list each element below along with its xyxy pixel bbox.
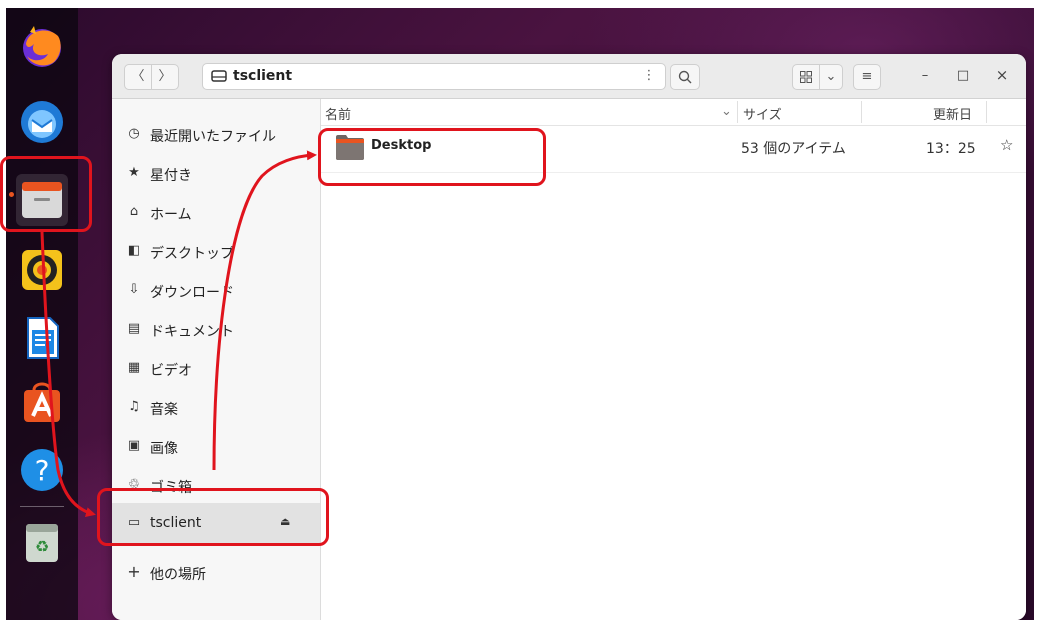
sidebar-item-label: ドキュメント	[150, 324, 234, 340]
firefox-icon[interactable]	[18, 22, 66, 70]
forward-icon: 〉	[158, 69, 172, 84]
sidebar-item-label: ホーム	[150, 207, 192, 223]
sidebar-item-recent[interactable]: ◷ 最近開いたファイル	[112, 115, 320, 153]
column-modified[interactable]: 更新日	[933, 104, 972, 123]
headerbar: 〈 〉 tsclient ⋮ ⌄ ≡ – □ ×	[112, 54, 1026, 99]
highlight-files-app	[0, 156, 92, 232]
sidebar-item-downloads[interactable]: ⇩ ダウンロード	[112, 271, 320, 309]
dock: ? ♻	[6, 8, 78, 620]
main-menu-button[interactable]: ≡	[853, 64, 881, 90]
column-divider	[986, 101, 987, 123]
drive-icon	[211, 70, 227, 82]
sidebar-item-pictures[interactable]: ▣ 画像	[112, 427, 320, 465]
clock-icon: ◷	[128, 126, 140, 141]
trash-icon[interactable]: ♻	[18, 518, 66, 566]
column-header: 名前 ⌄ サイズ 更新日	[321, 99, 1026, 126]
view-options-button[interactable]: ⌄	[819, 64, 843, 90]
sidebar-item-home[interactable]: ⌂ ホーム	[112, 193, 320, 231]
chevron-down-icon: ⌄	[825, 69, 837, 84]
forward-button[interactable]: 〉	[151, 64, 179, 90]
back-icon: 〈	[131, 69, 145, 84]
hamburger-icon: ≡	[861, 69, 873, 84]
star-toggle-icon[interactable]: ☆	[1000, 136, 1013, 154]
column-size[interactable]: サイズ	[743, 104, 782, 123]
dock-separator	[20, 506, 64, 507]
desktop-icon: ◧	[127, 243, 141, 258]
sidebar-item-documents[interactable]: ▤ ドキュメント	[112, 310, 320, 348]
minimize-button[interactable]: –	[917, 68, 933, 83]
help-icon[interactable]: ?	[18, 446, 66, 494]
sidebar-item-label: ダウンロード	[150, 285, 234, 301]
sidebar-item-music[interactable]: ♫ 音楽	[112, 388, 320, 426]
image-icon: ▣	[127, 438, 141, 453]
rhythmbox-icon[interactable]	[18, 246, 66, 294]
highlight-tsclient	[97, 488, 329, 546]
vertical-dots-icon: ⋮	[642, 68, 656, 83]
view-mode-button[interactable]	[792, 64, 820, 90]
column-divider	[737, 101, 738, 123]
download-icon: ⇩	[128, 282, 140, 297]
sort-chevron-icon[interactable]: ⌄	[721, 104, 732, 119]
location-bar[interactable]: tsclient	[202, 63, 666, 90]
grid-view-icon	[800, 71, 812, 83]
thunderbird-icon[interactable]	[18, 98, 66, 146]
highlight-desktop-folder	[318, 128, 546, 186]
document-icon: ▤	[127, 321, 141, 336]
file-size: 53 個のアイテム	[741, 141, 846, 157]
maximize-button[interactable]: □	[955, 68, 971, 83]
sidebar-item-label: ビデオ	[150, 363, 192, 379]
sidebar-item-label: デスクトップ	[150, 246, 234, 262]
sidebar-item-label: 他の場所	[150, 567, 206, 583]
music-icon: ♫	[128, 399, 140, 414]
sidebar-item-label: 音楽	[150, 402, 178, 418]
svg-text:♻: ♻	[35, 537, 49, 556]
sidebar-item-starred[interactable]: ★ 星付き	[112, 154, 320, 192]
sidebar-item-other-locations[interactable]: + 他の場所	[112, 553, 320, 591]
column-name[interactable]: 名前	[325, 104, 351, 123]
libreoffice-writer-icon[interactable]	[18, 314, 66, 362]
ubuntu-software-icon[interactable]	[18, 378, 66, 426]
sidebar-item-label: 最近開いたファイル	[150, 129, 276, 145]
column-divider	[861, 101, 862, 123]
file-modified: 13：25	[926, 141, 976, 157]
search-icon	[678, 70, 692, 84]
sidebar-item-videos[interactable]: ▦ ビデオ	[112, 349, 320, 387]
sidebar-item-label: 画像	[150, 441, 178, 457]
film-icon: ▦	[127, 360, 141, 375]
location-menu-button[interactable]: ⋮	[636, 64, 662, 90]
plus-icon: +	[127, 562, 141, 581]
svg-text:?: ?	[35, 454, 50, 487]
home-icon: ⌂	[129, 204, 139, 219]
star-icon: ★	[128, 165, 140, 180]
sidebar-item-desktop[interactable]: ◧ デスクトップ	[112, 232, 320, 270]
location-label: tsclient	[233, 68, 293, 84]
back-button[interactable]: 〈	[124, 64, 152, 90]
sidebar-item-label: 星付き	[150, 168, 192, 184]
close-button[interactable]: ×	[994, 66, 1010, 84]
search-button[interactable]	[670, 64, 700, 90]
